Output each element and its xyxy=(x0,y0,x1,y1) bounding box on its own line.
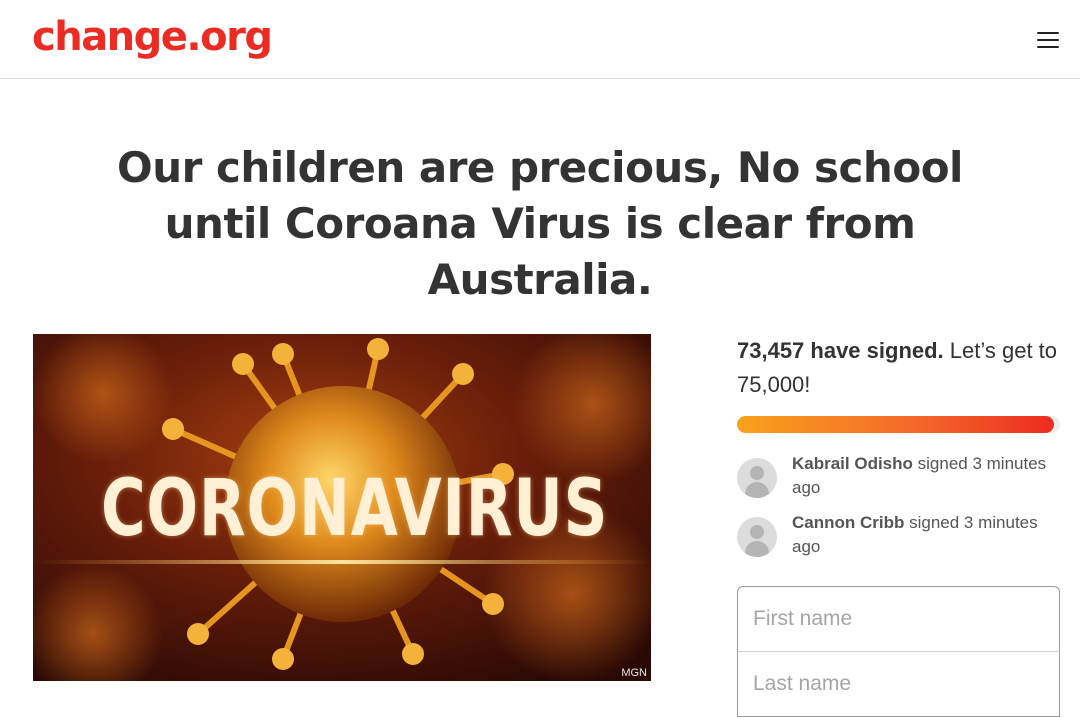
signer-name: Cannon Cribb xyxy=(792,513,905,532)
petition-hero-image: CORONAVIRUS MGN xyxy=(33,334,651,681)
menu-line xyxy=(1037,46,1059,48)
menu-line xyxy=(1037,32,1059,34)
recent-signer: Kabrail Odisho signed 3 minutes ago xyxy=(737,452,1060,500)
first-name-field[interactable] xyxy=(737,586,1060,652)
image-credit: MGN xyxy=(621,667,647,679)
hero-caption-text: CORONAVIRUS xyxy=(100,464,609,554)
signed-total: 73,457 have signed. xyxy=(737,338,944,363)
change-org-logo[interactable]: change.org xyxy=(32,13,273,61)
recent-signer: Cannon Cribb signed 3 minutes ago xyxy=(737,511,1060,559)
last-name-field[interactable] xyxy=(737,651,1060,717)
signature-count: 73,457 have signed. Let’s get to 75,000! xyxy=(737,334,1060,402)
signature-panel: 73,457 have signed. Let’s get to 75,000!… xyxy=(737,334,1060,717)
petition-title: Our children are precious, No school unt… xyxy=(117,143,963,304)
avatar-icon xyxy=(737,517,777,557)
recent-signer-text: Cannon Cribb signed 3 minutes ago xyxy=(792,511,1060,559)
menu-line xyxy=(1037,39,1059,41)
signature-progress-bar xyxy=(737,416,1060,433)
top-navigation-bar: change.org xyxy=(0,0,1080,79)
signature-progress-fill xyxy=(737,416,1054,433)
signer-name: Kabrail Odisho xyxy=(792,454,913,473)
avatar-icon xyxy=(737,458,777,498)
hamburger-menu-icon[interactable] xyxy=(1032,26,1066,52)
recent-signer-text: Kabrail Odisho signed 3 minutes ago xyxy=(792,452,1060,500)
